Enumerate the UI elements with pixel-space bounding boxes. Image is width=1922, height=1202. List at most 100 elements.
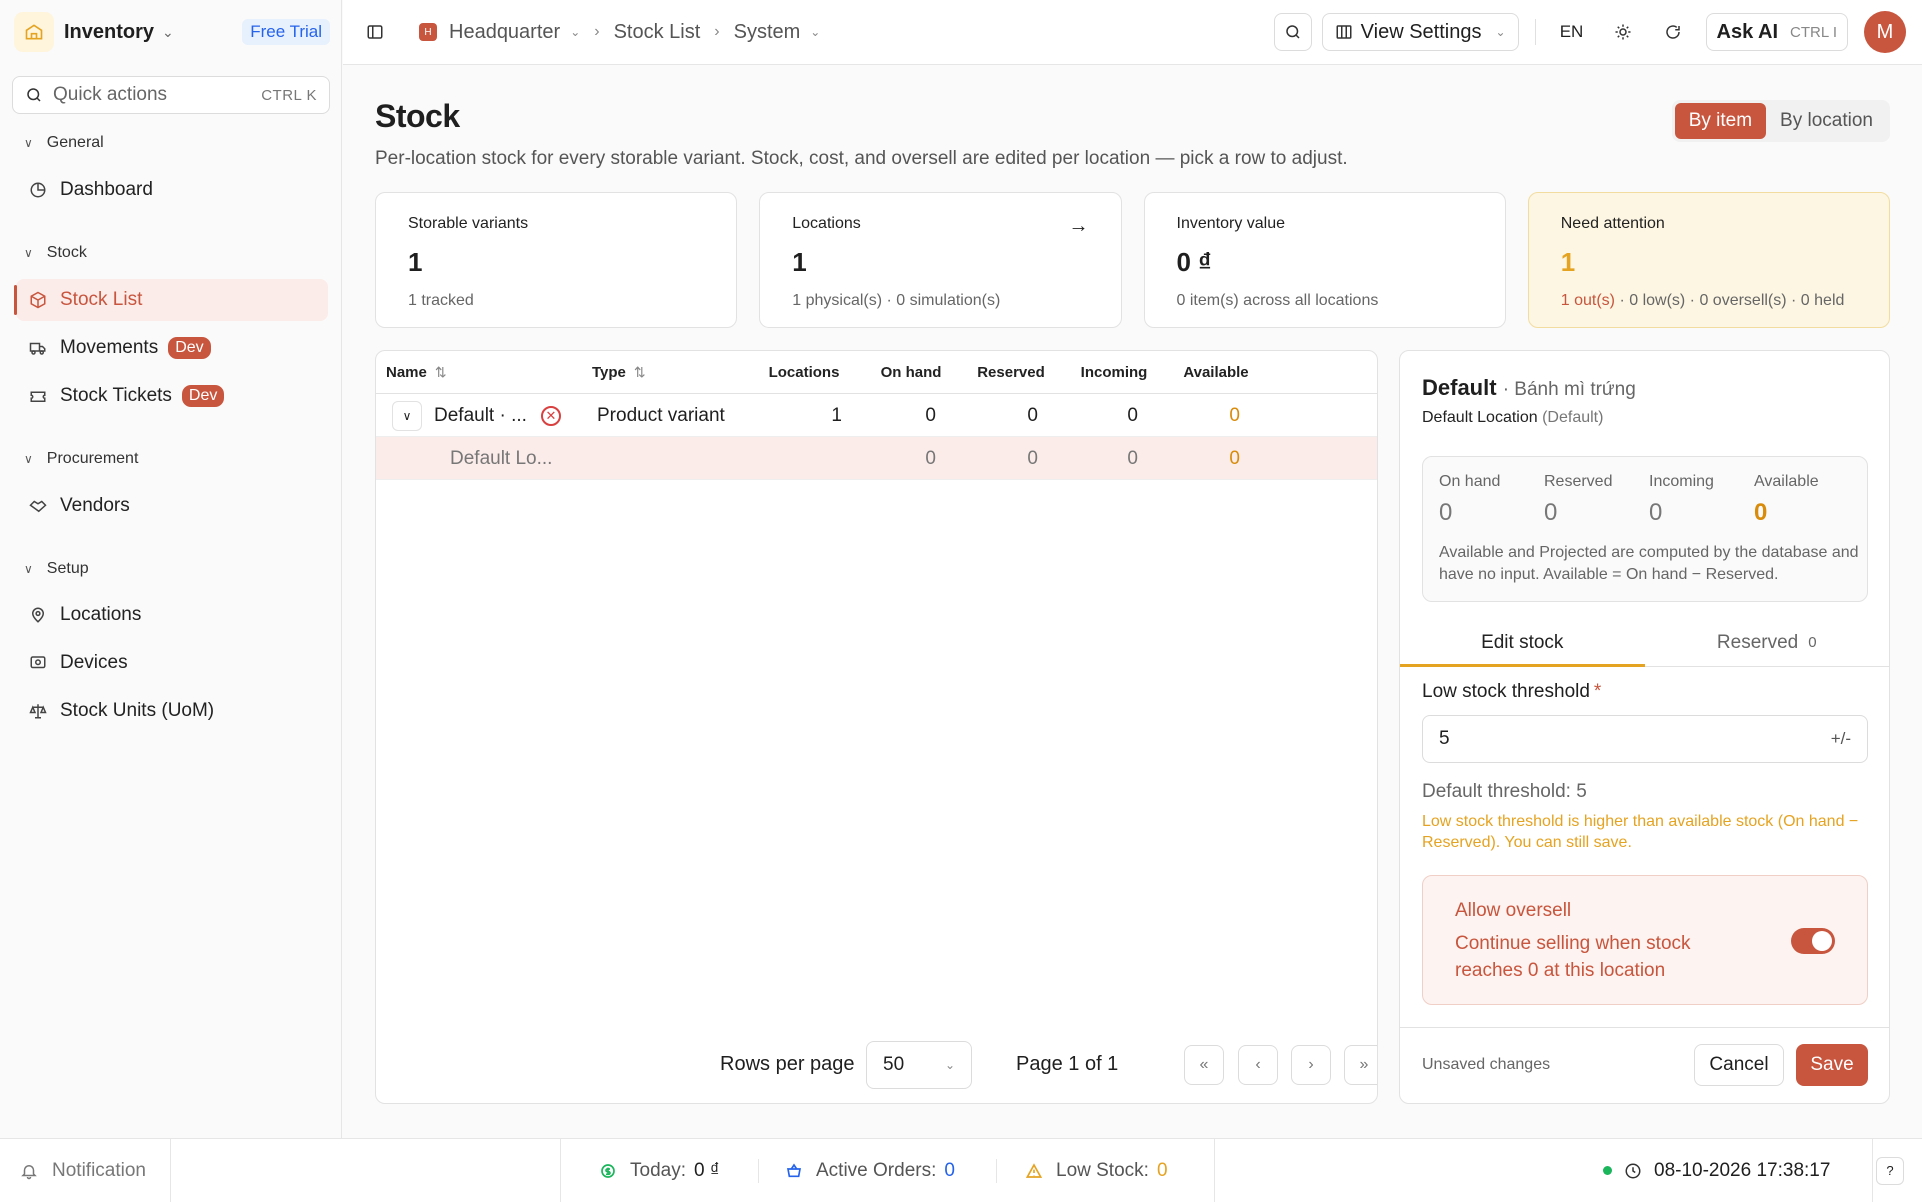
sidebar-item-label: Movements bbox=[60, 337, 159, 358]
column-type[interactable]: Type ⇅ bbox=[592, 351, 646, 394]
chevron-right-icon: › bbox=[1308, 1056, 1314, 1073]
quick-actions-label: Quick actions bbox=[53, 84, 168, 105]
orders-label: Active Orders: bbox=[816, 1159, 937, 1181]
chevron-left-icon: ‹ bbox=[1255, 1056, 1261, 1073]
cancel-button[interactable]: Cancel bbox=[1694, 1044, 1784, 1086]
breadcrumb-org[interactable]: Headquarter bbox=[449, 21, 560, 44]
ticket-icon bbox=[28, 386, 48, 406]
refresh-button[interactable] bbox=[1654, 13, 1692, 51]
by-location-button[interactable]: By location bbox=[1766, 103, 1887, 139]
card-value: 1 bbox=[792, 247, 807, 277]
stat-on-hand: On hand 0 bbox=[1439, 473, 1500, 527]
chevron-down-icon[interactable]: ⌄ bbox=[570, 25, 580, 39]
language-switcher[interactable]: EN bbox=[1552, 22, 1592, 42]
detail-variant: · Bánh mì trứng bbox=[1502, 379, 1636, 400]
incoming-cell: 0 bbox=[1127, 404, 1138, 426]
detail-tabs: Edit stock Reserved 0 bbox=[1400, 619, 1889, 667]
error-icon: ✕ bbox=[540, 405, 561, 426]
stat-incoming: Incoming 0 bbox=[1649, 473, 1714, 527]
low-stock-threshold-input[interactable]: 5 +/- bbox=[1422, 715, 1868, 763]
column-incoming: Incoming bbox=[1080, 364, 1148, 381]
sidebar-item-devices[interactable]: Devices bbox=[16, 642, 328, 684]
next-page-button[interactable]: › bbox=[1291, 1045, 1331, 1085]
sidebar-item-stock-units[interactable]: Stock Units (UoM) bbox=[16, 690, 328, 732]
warning-icon bbox=[1026, 1162, 1042, 1178]
location-note: (Default) bbox=[1542, 409, 1604, 426]
table-row[interactable]: ∨ Default · ... ✕ Product variant 1 0 0 … bbox=[376, 394, 1377, 437]
arrow-right-icon[interactable]: → bbox=[1069, 215, 1089, 238]
rows-per-page-select[interactable]: 50 ⌄ bbox=[866, 1041, 972, 1089]
quick-actions-search[interactable]: Quick actions CTRL K bbox=[12, 76, 330, 114]
breadcrumb-page[interactable]: Stock List bbox=[614, 21, 701, 44]
divider bbox=[996, 1159, 997, 1183]
card-label: Locations bbox=[792, 215, 861, 232]
adjust-button[interactable]: +/- bbox=[1831, 729, 1851, 749]
toggle-sidebar-button[interactable] bbox=[355, 12, 395, 52]
sidebar-item-label: Stock Tickets bbox=[60, 385, 172, 406]
available-cell: 0 bbox=[1229, 447, 1240, 469]
table-header: Name ⇅ Type ⇅ Locations On hand Reserved I… bbox=[376, 351, 1377, 394]
top-bar-actions: View Settings ⌄ EN Ask AI CTRL I M bbox=[1273, 11, 1906, 53]
by-item-button[interactable]: By item bbox=[1674, 103, 1767, 139]
sidebar-item-movements[interactable]: Movements Dev bbox=[16, 327, 328, 369]
low-stock[interactable]: Low Stock: 0 bbox=[1026, 1139, 1168, 1202]
orders-value: 0 bbox=[944, 1159, 955, 1181]
location-name-cell: Default Lo... bbox=[450, 447, 553, 469]
app-root: Inventory ⌄ Free Trial Quick actions CTR… bbox=[0, 0, 1922, 1202]
page-title: Stock bbox=[375, 98, 460, 134]
table-sub-row[interactable]: Default Lo... 0 0 0 0 bbox=[376, 437, 1377, 480]
free-trial-badge[interactable]: Free Trial bbox=[242, 19, 330, 45]
stock-table: Name ⇅ Type ⇅ Locations On hand Reserved I… bbox=[375, 350, 1378, 1104]
chevron-down-icon[interactable]: ⌄ bbox=[810, 25, 820, 39]
nav-group-setup[interactable]: ∨ Setup bbox=[24, 560, 89, 578]
app-switcher[interactable]: Inventory ⌄ Free Trial bbox=[14, 12, 330, 52]
card-value: 1 bbox=[408, 247, 423, 277]
nav-group-stock[interactable]: ∨ Stock bbox=[24, 244, 87, 262]
search-button[interactable] bbox=[1273, 13, 1312, 51]
card-label: Storable variants bbox=[408, 215, 529, 232]
summary-cards: Storable variants 1 1 tracked Locations … bbox=[375, 192, 1890, 328]
detail-location: Default Location (Default) bbox=[1422, 409, 1603, 427]
column-name[interactable]: Name ⇅ bbox=[386, 351, 447, 394]
avatar[interactable]: M bbox=[1864, 11, 1906, 53]
previous-page-button[interactable]: ‹ bbox=[1238, 1045, 1278, 1085]
refresh-icon bbox=[1665, 25, 1680, 39]
sidebar: Inventory ⌄ Free Trial Quick actions CTR… bbox=[0, 0, 342, 1138]
chevron-down-icon: ∨ bbox=[24, 452, 33, 466]
view-settings-label: View Settings bbox=[1360, 20, 1482, 43]
nav-group-general[interactable]: ∨ General bbox=[24, 134, 104, 152]
sidebar-item-locations[interactable]: Locations bbox=[16, 594, 328, 636]
sidebar-item-vendors[interactable]: Vendors bbox=[16, 485, 328, 527]
last-page-button[interactable]: » bbox=[1344, 1045, 1377, 1085]
save-button[interactable]: Save bbox=[1796, 1044, 1868, 1086]
help-button[interactable]: ? bbox=[1876, 1139, 1904, 1202]
view-settings-button[interactable]: View Settings ⌄ bbox=[1321, 13, 1519, 51]
locations-card[interactable]: Locations → 1 1 physical(s) · 0 simulati… bbox=[759, 192, 1122, 328]
divider bbox=[1534, 19, 1536, 45]
column-reserved: Reserved bbox=[977, 364, 1045, 381]
tab-reserved[interactable]: Reserved 0 bbox=[1645, 619, 1890, 666]
notification-button[interactable]: Notification bbox=[20, 1139, 146, 1202]
sidebar-item-stock-list[interactable]: Stock List bbox=[14, 279, 328, 321]
ask-ai-button[interactable]: Ask AI CTRL I bbox=[1705, 13, 1848, 51]
nav-group-label: Procurement bbox=[46, 450, 139, 467]
theme-toggle-button[interactable] bbox=[1604, 13, 1642, 51]
first-page-button[interactable]: « bbox=[1184, 1045, 1224, 1085]
tab-edit-stock[interactable]: Edit stock bbox=[1400, 619, 1645, 667]
chevron-down-icon[interactable]: ∨ bbox=[392, 400, 422, 431]
datetime: 08-10-2026 17:38:17 bbox=[1654, 1159, 1831, 1181]
allow-oversell-toggle[interactable] bbox=[1791, 928, 1835, 954]
active-orders[interactable]: Active Orders: 0 bbox=[786, 1139, 955, 1202]
card-sub: 1 out(s) · 0 low(s) · 0 oversell(s) · 0 … bbox=[1561, 292, 1857, 310]
column-locations: Locations bbox=[768, 364, 840, 381]
stat-label: Incoming bbox=[1649, 473, 1714, 490]
low-stock-value: 0 bbox=[1156, 1159, 1168, 1181]
breadcrumb-section[interactable]: System bbox=[734, 21, 801, 44]
dev-badge: Dev bbox=[181, 385, 225, 407]
today-value: 0 ₫ bbox=[693, 1159, 720, 1181]
stat-label: Available bbox=[1754, 473, 1819, 490]
sidebar-item-stock-tickets[interactable]: Stock Tickets Dev bbox=[16, 375, 328, 417]
sidebar-item-dashboard[interactable]: Dashboard bbox=[16, 169, 328, 211]
nav-group-procurement[interactable]: ∨ Procurement bbox=[24, 450, 138, 468]
tab-label: Edit stock bbox=[1481, 631, 1564, 653]
